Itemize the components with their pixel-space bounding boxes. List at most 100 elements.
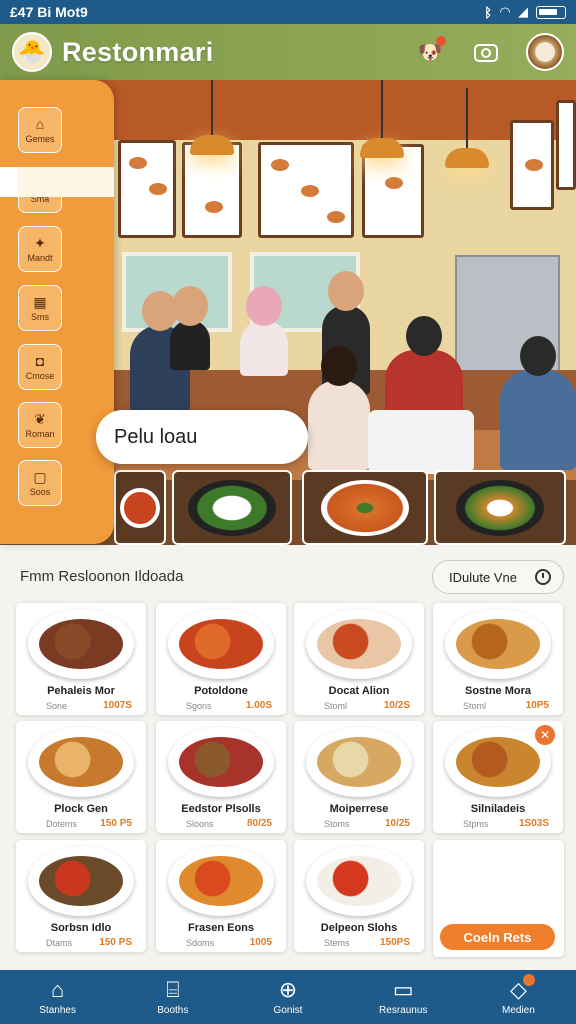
mascot-notification-icon[interactable]: 🐶 <box>414 36 446 68</box>
pendant-lamp <box>445 88 489 168</box>
dish-plate <box>168 846 274 916</box>
dish-card[interactable]: Eedstor Plsolls Sloons 80/25 <box>156 721 286 833</box>
dish-plate <box>306 727 412 797</box>
nav-item-medien[interactable]: ◇ Medien <box>461 970 576 1024</box>
sidebar-item-label: Sms <box>31 312 49 322</box>
wifi-icon: ◠ <box>500 4 510 19</box>
dish-price: 1005 <box>249 937 272 948</box>
bluetooth-icon: ᛒ <box>484 4 492 20</box>
globe-icon: ⊕ <box>278 977 298 1002</box>
dish-plate <box>168 727 274 797</box>
cta-button[interactable]: Coeln Rets <box>440 924 555 950</box>
dish-image <box>456 619 540 669</box>
hero-dish <box>172 470 292 545</box>
notification-dot <box>436 36 446 46</box>
nav-label: Resraunus <box>379 1005 428 1016</box>
dish-card[interactable]: Frasen Eons Sdoms 1005 <box>156 840 286 952</box>
dish-subtitle: Stpms <box>463 819 489 829</box>
pendant-lamp <box>190 80 234 155</box>
person-head <box>172 286 208 326</box>
dish-image <box>456 737 540 787</box>
dish-card[interactable]: Pehaleis Mor Sone 1007S <box>16 603 146 715</box>
dish-subtitle: Sloons <box>186 819 214 829</box>
dish-card[interactable]: Sorbsn Idlo Dtams 150 PS <box>16 840 146 952</box>
dish-bowl <box>188 479 276 536</box>
sidebar-active-indicator <box>0 167 114 197</box>
dish-name: Sostne Mora <box>464 685 531 697</box>
dish-price: 1S03S <box>518 818 549 829</box>
sidebar-item-mandt[interactable]: ✦ Mandt <box>18 226 62 272</box>
app-header: 🐣 Restonmari 🐶 <box>0 24 576 80</box>
dish-image <box>317 737 401 787</box>
dish-card[interactable]: Sostne Mora Stoml 10P5 <box>433 603 563 715</box>
dish-plate <box>306 846 412 916</box>
sidebar-item-label: Gemes <box>25 134 55 144</box>
chef-mascot-icon[interactable]: 🐣 <box>12 32 52 72</box>
food-plate-avatar[interactable] <box>526 33 564 71</box>
dish-card[interactable]: Delpeon Slohs Stems 150PS <box>294 840 424 952</box>
notification-badge <box>522 974 535 986</box>
dish-subtitle: Sone <box>46 701 68 711</box>
person-head <box>246 286 282 326</box>
person <box>500 336 576 470</box>
dish-subtitle: Dotems <box>46 819 78 829</box>
bag-icon: ▢ <box>33 469 47 485</box>
sidebar-item-roman[interactable]: ❦ Roman <box>18 402 62 448</box>
dish-plate <box>28 727 134 797</box>
dish-card[interactable]: Docat Alion Stoml 10/2S <box>294 603 424 715</box>
dish-price: 10/25 <box>384 818 410 829</box>
dish-name: Sorbsn Idlo <box>50 922 112 934</box>
person-head <box>520 336 556 376</box>
dish-name: Eedstor Plsolls <box>181 803 261 815</box>
dish-card[interactable]: Plock Gen Dotems 150 P5 <box>16 721 146 833</box>
dish-image <box>179 737 263 787</box>
dish-image <box>317 619 401 669</box>
person-head <box>321 346 357 386</box>
camera-icon[interactable] <box>470 36 502 68</box>
dish-price: 10/2S <box>383 700 410 711</box>
nav-item-gonist[interactable]: ⊕ Gonist <box>230 970 345 1024</box>
dish-subtitle: Sdoms <box>186 938 215 948</box>
dish-price: 1007S <box>103 700 132 711</box>
dish-image <box>317 856 401 906</box>
filter-label: IDulute Vne <box>449 569 517 585</box>
menu-poster <box>556 100 576 190</box>
dish-name: Plock Gen <box>54 803 108 815</box>
nav-label: Gonist <box>273 1005 303 1016</box>
store-icon: ⌸ <box>166 977 180 1002</box>
dish-card[interactable]: Silniladeis Stpms 1S03S ✕ <box>433 721 563 833</box>
favorite-icon[interactable]: ✕ <box>535 725 555 745</box>
person-head <box>328 271 364 311</box>
signal-icon: ◢ <box>518 4 528 19</box>
dish-price: 10P5 <box>525 700 549 711</box>
dish-card[interactable]: Moiperrese Stoms 10/25 <box>294 721 424 833</box>
menu-icon: ⌂ <box>35 116 45 132</box>
dish-image <box>39 619 123 669</box>
dish-subtitle: Sgons <box>186 701 212 711</box>
dish-subtitle: Stoml <box>324 701 348 711</box>
sidebar-item-gemes[interactable]: ⌂ Gemes <box>18 107 62 153</box>
sidebar-item-label: Cmose <box>25 371 55 381</box>
search-bubble[interactable]: Pelu loau <box>96 410 308 464</box>
nav-item-resraunus[interactable]: ▭ Resraunus <box>346 970 461 1024</box>
dish-plate <box>445 609 551 679</box>
filter-button[interactable]: IDulute Vne <box>432 560 564 594</box>
laptop-icon: ▭ <box>392 977 414 1002</box>
person <box>308 346 370 470</box>
bottom-nav: ⌂ Stanhes ⌸ Booths ⊕ Gonist ▭ Resraunus … <box>0 970 576 1024</box>
nav-item-booths[interactable]: ⌸ Booths <box>115 970 230 1024</box>
dish-card[interactable]: Potoldone Sgons 1.00S <box>156 603 286 715</box>
sidebar-item-sms[interactable]: ▦ Sms <box>18 285 62 331</box>
sidebar: ⌂ Gemes ♡ Sma ✦ Mandt ▦ Sms ◘ Cmose ❦ Ro… <box>0 80 114 544</box>
sidebar-item-cmose[interactable]: ◘ Cmose <box>18 344 62 390</box>
dish-name: Pehaleis Mor <box>47 685 115 697</box>
dish-plate <box>28 846 134 916</box>
dish-bowl <box>456 479 544 536</box>
hero-dish <box>434 470 566 545</box>
dish-image <box>179 856 263 906</box>
dish-price: 150PS <box>379 937 410 948</box>
nav-item-stanhes[interactable]: ⌂ Stanhes <box>0 970 115 1024</box>
dish-plate <box>28 609 134 679</box>
menu-poster <box>510 120 554 210</box>
sidebar-item-soos[interactable]: ▢ Soos <box>18 460 62 506</box>
